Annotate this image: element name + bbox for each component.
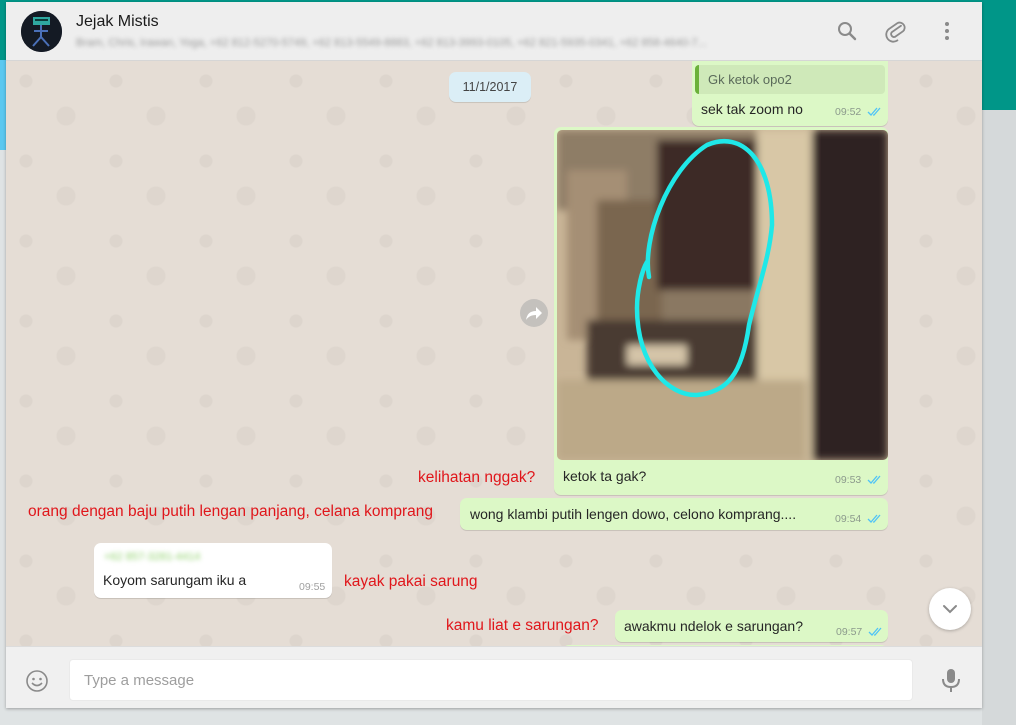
double-check-icon	[868, 627, 882, 636]
chat-participants[interactable]: Bram, Chris, Irawan, Yoga, +62 812-5270-…	[76, 37, 806, 49]
message-input[interactable]	[82, 660, 896, 700]
chat-window: Jejak Mistis Bram, Chris, Irawan, Yoga, …	[6, 2, 982, 708]
message-list[interactable]: 11/1/2017 Gk ketok opo2 sek tak zoom no …	[6, 61, 982, 646]
double-check-icon	[867, 514, 881, 523]
chat-title[interactable]: Jejak Mistis	[76, 13, 159, 31]
composer-bar	[6, 646, 982, 708]
outgoing-message[interactable]: wong klambi putih lengen dowo, celono ko…	[460, 498, 888, 530]
quoted-message[interactable]: Gk ketok opo2	[695, 65, 885, 94]
paperclip-icon[interactable]	[884, 19, 908, 43]
group-avatar[interactable]	[21, 11, 62, 52]
sender-name[interactable]: +62 857-3281-4414	[104, 551, 200, 563]
annotation-text: orang dengan baju putih lengan panjang, …	[28, 503, 434, 520]
microphone-icon[interactable]	[939, 667, 963, 693]
message-input-container[interactable]	[69, 659, 913, 701]
ghost-photo[interactable]	[557, 130, 888, 460]
message-time: 09:55	[299, 581, 326, 593]
chevron-down-icon	[943, 605, 957, 614]
message-time: 09:57	[836, 626, 863, 638]
message-text: ketok ta gak?	[563, 468, 647, 484]
message-time: 09:53	[835, 474, 862, 486]
kebab-menu-icon[interactable]	[935, 19, 959, 43]
message-time: 09:52	[835, 106, 862, 118]
message-time: 09:54	[835, 513, 862, 525]
annotation-text: kelihatan nggak?	[418, 469, 536, 486]
chat-header: Jejak Mistis Bram, Chris, Irawan, Yoga, …	[6, 2, 982, 61]
double-check-icon	[867, 107, 881, 116]
forward-icon[interactable]	[520, 299, 548, 327]
scroll-to-bottom-button[interactable]	[929, 588, 971, 630]
annotation-text: kayak pakai sarung	[344, 573, 478, 590]
quoted-text: Gk ketok opo2	[708, 72, 792, 87]
annotation-text: kamu liat e sarungan?	[446, 617, 599, 634]
date-chip: 11/1/2017	[449, 72, 531, 102]
background-right-panel	[982, 110, 1016, 725]
message-text: Koyom sarungam iku a	[103, 572, 247, 588]
message-text: wong klambi putih lengen dowo, celono ko…	[470, 506, 797, 522]
outgoing-image-message[interactable]: ketok ta gak? 09:53	[554, 127, 888, 495]
outgoing-message[interactable]: awakmu ndelok e sarungan? 09:57	[615, 610, 888, 642]
message-text: sek tak zoom no	[701, 101, 803, 117]
search-icon[interactable]	[835, 19, 859, 43]
outgoing-message-reply[interactable]: Gk ketok opo2 sek tak zoom no 09:52	[692, 61, 888, 126]
double-check-icon	[867, 475, 881, 484]
emoji-icon[interactable]	[25, 669, 49, 693]
incoming-message[interactable]: +62 857-3281-4414 Koyom sarungam iku a 0…	[94, 543, 332, 598]
message-text: awakmu ndelok e sarungan?	[624, 618, 804, 634]
